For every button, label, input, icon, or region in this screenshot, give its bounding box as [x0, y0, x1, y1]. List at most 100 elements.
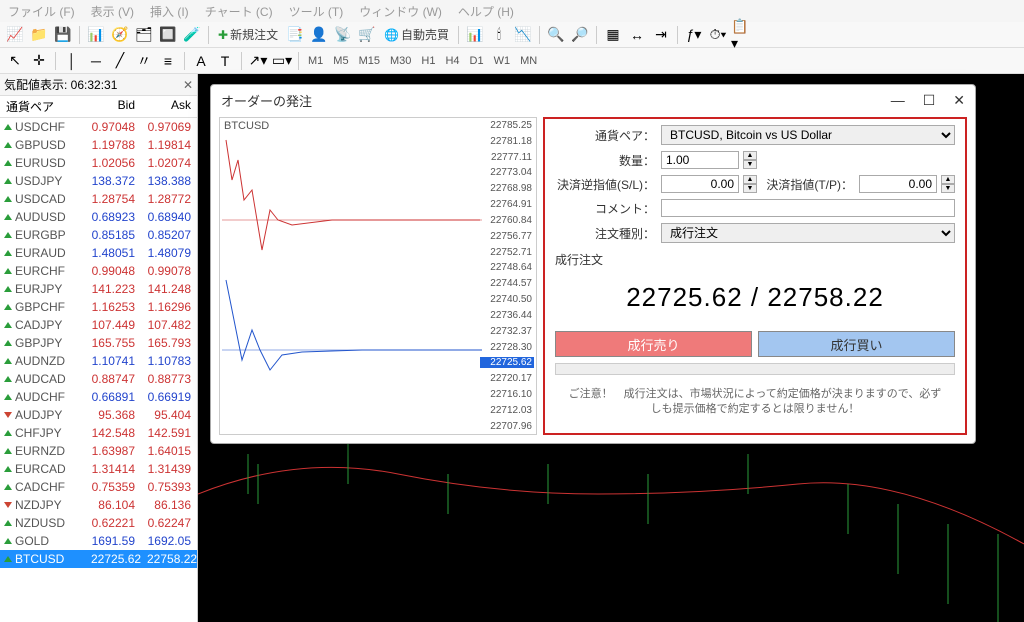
zoom-in-icon[interactable]: 🔍: [545, 24, 567, 46]
folder-icon[interactable]: 📁: [28, 24, 50, 46]
market-watch-row[interactable]: AUDCAD 0.887470.88773: [0, 370, 197, 388]
menu-file[interactable]: ファイル (F): [8, 3, 75, 20]
fibo-icon[interactable]: ≡: [157, 50, 179, 72]
period-icon[interactable]: ⏱▾: [707, 24, 729, 46]
hline-icon[interactable]: ─: [85, 50, 107, 72]
toolbar-drawing: ↖ ✛ │ ─ ╱ 〃 ≡ A T ↗▾ ▭▾ M1 M5 M15 M30 H1…: [0, 48, 1024, 74]
tile-icon[interactable]: ▦: [602, 24, 624, 46]
market-watch-row[interactable]: NZDUSD 0.622210.62247: [0, 514, 197, 532]
market-watch-row[interactable]: USDCHF 0.970480.97069: [0, 118, 197, 136]
data-window-icon[interactable]: 🗂: [133, 24, 155, 46]
shape-icon[interactable]: ▭▾: [271, 50, 293, 72]
period-h1[interactable]: H1: [417, 55, 439, 67]
auto-trade-button[interactable]: 🌐 自動売買: [380, 26, 453, 43]
period-w1[interactable]: W1: [490, 55, 515, 67]
market-watch-row[interactable]: AUDJPY 95.36895.404: [0, 406, 197, 424]
candle-chart-icon[interactable]: 🕯: [488, 24, 510, 46]
order-form: 通貨ペア： BTCUSD, Bitcoin vs US Dollar 数量： ▲…: [543, 117, 967, 435]
period-m5[interactable]: M5: [329, 55, 352, 67]
period-m30[interactable]: M30: [386, 55, 415, 67]
market-watch-row[interactable]: CHFJPY 142.548142.591: [0, 424, 197, 442]
menu-window[interactable]: ウィンドウ (W): [359, 3, 442, 20]
menu-view[interactable]: 表示 (V): [91, 3, 134, 20]
market-watch-row[interactable]: AUDUSD 0.689230.68940: [0, 208, 197, 226]
market-watch-row[interactable]: USDJPY 138.372138.388: [0, 172, 197, 190]
market-watch-rows: USDCHF 0.970480.97069GBPUSD 1.197881.198…: [0, 118, 197, 622]
market-watch-row[interactable]: CADJPY 107.449107.482: [0, 316, 197, 334]
expert-icon[interactable]: 📑: [284, 24, 306, 46]
market-watch-columns: 通貨ペア Bid Ask: [0, 96, 197, 118]
strategy-icon[interactable]: 🧪: [181, 24, 203, 46]
text-icon[interactable]: A: [190, 50, 212, 72]
column-icon[interactable]: 🔲: [157, 24, 179, 46]
close-icon[interactable]: ✕: [183, 78, 193, 92]
market-watch-row[interactable]: EURJPY 141.223141.248: [0, 280, 197, 298]
new-chart-icon[interactable]: 📈: [4, 24, 26, 46]
scroll-icon[interactable]: ↔: [626, 24, 648, 46]
market-watch-row[interactable]: EURGBP 0.851850.85207: [0, 226, 197, 244]
period-m15[interactable]: M15: [355, 55, 384, 67]
cursor-icon[interactable]: ↖: [4, 50, 26, 72]
market-watch-row[interactable]: EURNZD 1.639871.64015: [0, 442, 197, 460]
period-mn[interactable]: MN: [516, 55, 541, 67]
period-d1[interactable]: D1: [466, 55, 488, 67]
signals-icon[interactable]: 📡: [332, 24, 354, 46]
market-icon[interactable]: 🛒: [356, 24, 378, 46]
mini-chart: BTCUSD 22785.2522781.1822777.1122773.042…: [219, 117, 537, 435]
channel-icon[interactable]: 〃: [133, 50, 155, 72]
market-watch-row[interactable]: EURCHF 0.990480.99078: [0, 262, 197, 280]
maximize-icon[interactable]: ☐: [923, 92, 936, 109]
arrow-icon[interactable]: ↗▾: [247, 50, 269, 72]
comment-input[interactable]: [661, 199, 955, 217]
market-watch-row[interactable]: AUDCHF 0.668910.66919: [0, 388, 197, 406]
save-icon[interactable]: 💾: [52, 24, 74, 46]
shift-icon[interactable]: ⇥: [650, 24, 672, 46]
market-watch-row[interactable]: CADCHF 0.753590.75393: [0, 478, 197, 496]
label-icon[interactable]: T: [214, 50, 236, 72]
market-watch-row[interactable]: GOLD 1691.591692.05: [0, 532, 197, 550]
new-order-button[interactable]: ✚ 新規注文: [214, 26, 282, 43]
market-watch-row[interactable]: GBPCHF 1.162531.16296: [0, 298, 197, 316]
label-volume: 数量：: [555, 152, 655, 169]
market-watch-row[interactable]: EURAUD 1.480511.48079: [0, 244, 197, 262]
minimize-icon[interactable]: —: [891, 92, 905, 109]
period-h4[interactable]: H4: [441, 55, 463, 67]
tp-spinner[interactable]: ▲▼: [941, 175, 955, 193]
navigator-icon[interactable]: 🧭: [109, 24, 131, 46]
market-watch-row[interactable]: EURUSD 1.020561.02074: [0, 154, 197, 172]
menu-help[interactable]: ヘルプ (H): [458, 3, 514, 20]
buy-button[interactable]: 成行買い: [758, 331, 955, 357]
market-watch-row[interactable]: NZDJPY 86.10486.136: [0, 496, 197, 514]
indicator-icon[interactable]: ƒ▾: [683, 24, 705, 46]
sl-input[interactable]: [661, 175, 739, 193]
volume-spinner[interactable]: ▲▼: [743, 151, 757, 169]
line-chart-icon[interactable]: 📉: [512, 24, 534, 46]
market-watch-row[interactable]: GBPJPY 165.755165.793: [0, 334, 197, 352]
close-icon[interactable]: ✕: [953, 92, 965, 109]
pair-select[interactable]: BTCUSD, Bitcoin vs US Dollar: [661, 125, 955, 145]
period-m1[interactable]: M1: [304, 55, 327, 67]
market-watch-row[interactable]: EURCAD 1.314141.31439: [0, 460, 197, 478]
menu-chart[interactable]: チャート (C): [205, 3, 273, 20]
vline-icon[interactable]: │: [61, 50, 83, 72]
sl-spinner[interactable]: ▲▼: [743, 175, 757, 193]
menu-insert[interactable]: 挿入 (I): [150, 3, 189, 20]
tp-input[interactable]: [859, 175, 937, 193]
market-watch-icon[interactable]: 📊: [85, 24, 107, 46]
profile-icon[interactable]: 👤: [308, 24, 330, 46]
market-watch-row[interactable]: GBPUSD 1.197881.19814: [0, 136, 197, 154]
trendline-icon[interactable]: ╱: [109, 50, 131, 72]
volume-input[interactable]: [661, 151, 739, 169]
crosshair-icon[interactable]: ✛: [28, 50, 50, 72]
bar-chart-icon[interactable]: 📊: [464, 24, 486, 46]
market-watch-row[interactable]: USDCAD 1.287541.28772: [0, 190, 197, 208]
zoom-out-icon[interactable]: 🔎: [569, 24, 591, 46]
market-watch-row[interactable]: AUDNZD 1.107411.10783: [0, 352, 197, 370]
market-watch-row[interactable]: BTCUSD 22725.6222758.22: [0, 550, 197, 568]
order-dialog: オーダーの発注 — ☐ ✕ BTCUSD 22785.2522781.18227…: [210, 84, 976, 444]
template-icon[interactable]: 📋▾: [731, 24, 753, 46]
big-price: 22725.62 / 22758.22: [555, 274, 955, 325]
type-select[interactable]: 成行注文: [661, 223, 955, 243]
menu-tools[interactable]: ツール (T): [289, 3, 344, 20]
sell-button[interactable]: 成行売り: [555, 331, 752, 357]
